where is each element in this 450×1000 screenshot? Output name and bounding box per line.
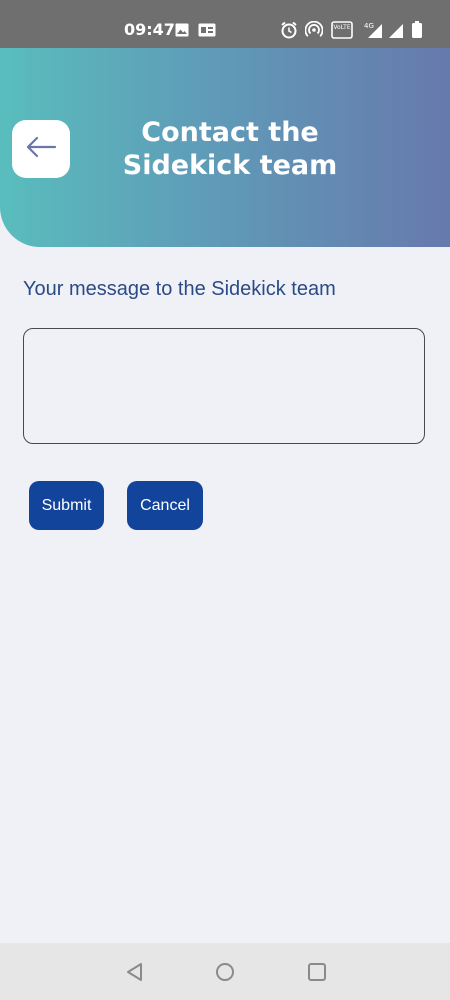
signal-icon [388,20,404,40]
arrow-left-icon [25,135,57,164]
cancel-button[interactable]: Cancel [127,481,203,530]
home-circle-icon[interactable] [214,961,236,983]
navigation-bar [0,943,450,1000]
battery-icon [411,20,423,40]
recents-square-icon[interactable] [306,961,328,983]
alarm-icon [280,20,298,40]
back-triangle-icon[interactable] [124,961,146,983]
volte-icon: VoLTE [331,20,353,40]
status-time: 09:47 [124,20,175,39]
page-title-line-2: Sidekick team [122,150,338,181]
message-input[interactable] [23,328,425,444]
image-icon [175,20,189,40]
gallery-icon [198,20,216,40]
page-title: Contact the Sidekick team [110,116,350,182]
hotspot-icon [305,20,323,40]
page-title-line-1: Contact the [141,117,319,148]
header: Contact the Sidekick team [0,48,450,247]
submit-button[interactable]: Submit [29,481,104,530]
volte-text: VoLTE [333,24,350,31]
message-label: Your message to the Sidekick team [23,278,336,300]
status-bar: 09:47 VoLTE 4G [0,0,450,48]
network-type-text: 4G [364,22,374,30]
back-button[interactable] [12,120,70,178]
signal-icon: 4G [360,20,384,40]
